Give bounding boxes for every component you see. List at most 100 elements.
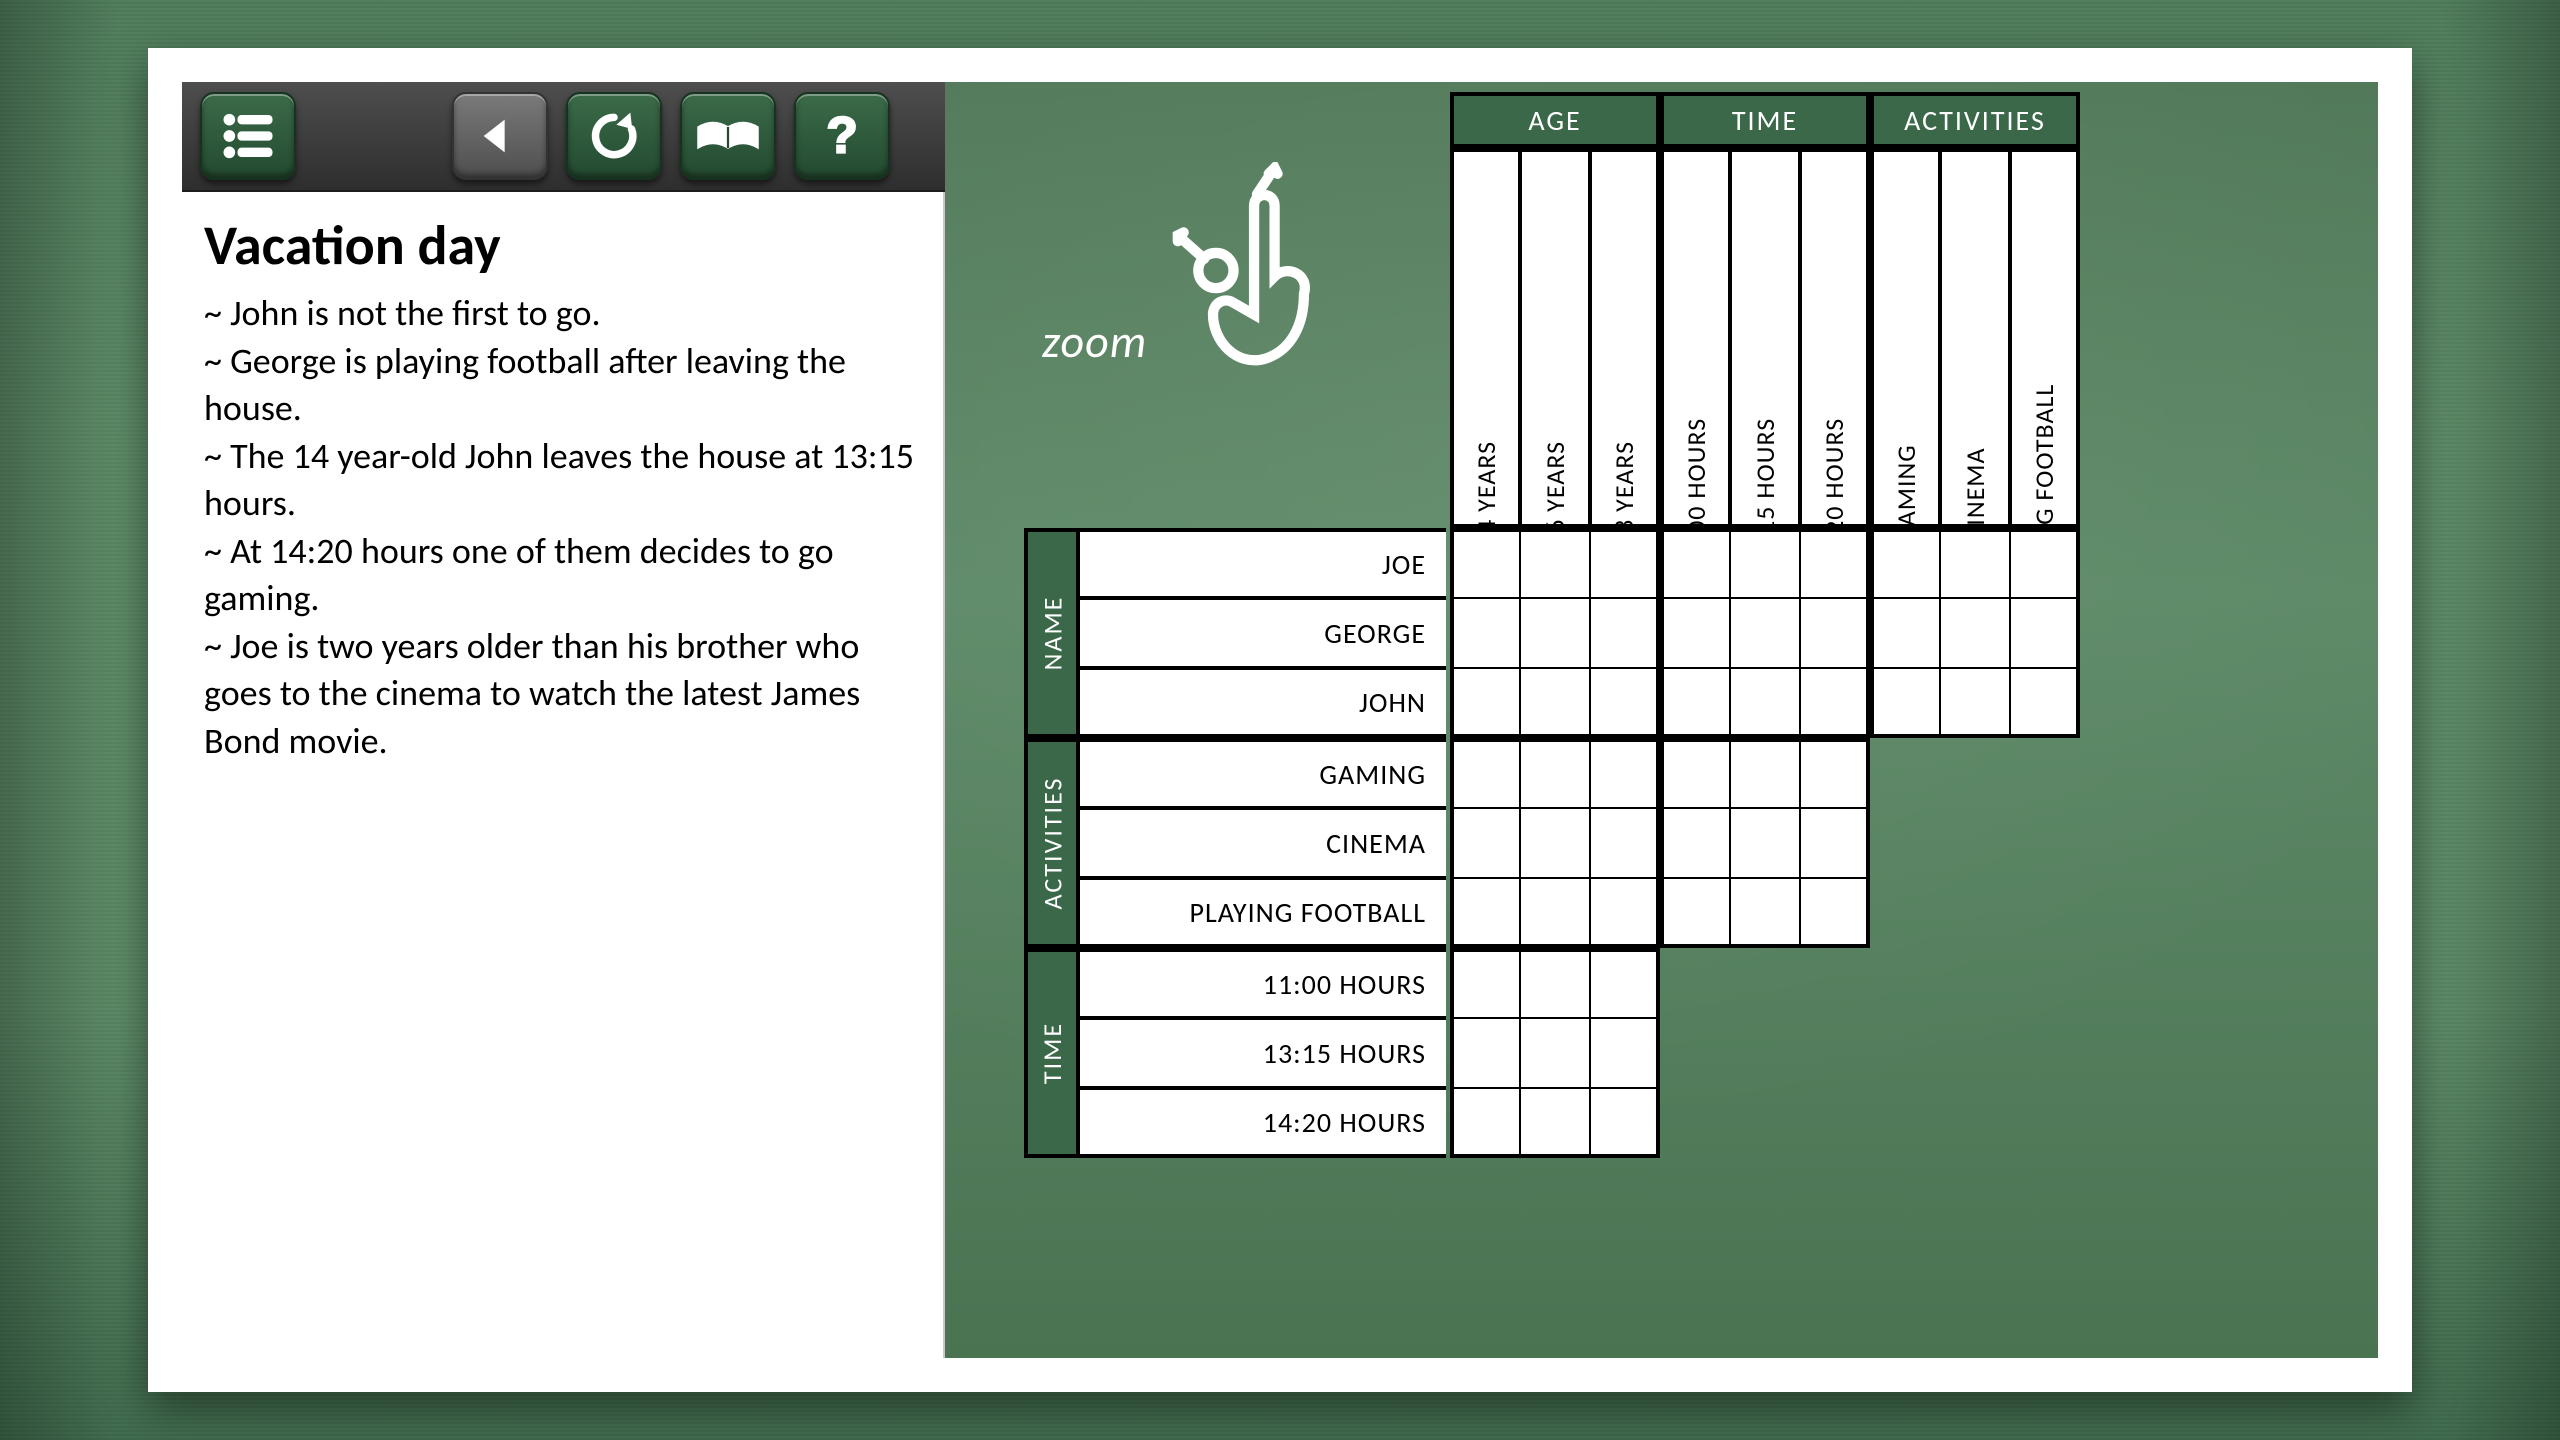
grid-cell[interactable] bbox=[1800, 598, 1870, 668]
row-header: GEORGE bbox=[1076, 598, 1446, 668]
grid-cell[interactable] bbox=[1800, 878, 1870, 948]
list-icon bbox=[220, 108, 276, 164]
grid-cell[interactable] bbox=[1660, 598, 1730, 668]
grid-cell[interactable] bbox=[1520, 668, 1590, 738]
grid-cell[interactable] bbox=[1800, 668, 1870, 738]
col-header: 14:20 HOURS bbox=[1800, 148, 1870, 528]
clue-line: ~ John is not the first to go. bbox=[204, 290, 921, 338]
zoom-label: zoom bbox=[1042, 314, 1147, 370]
grid-cell[interactable] bbox=[1730, 878, 1800, 948]
col-header: PLAYING FOOTBALL bbox=[2010, 148, 2080, 528]
row-category-activities: ACTIVITIES bbox=[1024, 738, 1080, 948]
grid-cell[interactable] bbox=[2010, 668, 2080, 738]
grid-cell[interactable] bbox=[1450, 948, 1520, 1018]
col-header: 13:15 HOURS bbox=[1730, 148, 1800, 528]
grid-cell[interactable] bbox=[1590, 808, 1660, 878]
col-category-activities: ACTIVITIES bbox=[1870, 92, 2080, 148]
grid-cell[interactable] bbox=[1590, 878, 1660, 948]
undo-button[interactable] bbox=[452, 92, 548, 180]
row-header: JOE bbox=[1076, 528, 1446, 598]
grid-cell[interactable] bbox=[1660, 528, 1730, 598]
grid-cell[interactable] bbox=[1520, 528, 1590, 598]
grid-cell[interactable] bbox=[1520, 948, 1590, 1018]
grid-cell[interactable] bbox=[1520, 878, 1590, 948]
grid-cell[interactable] bbox=[1450, 598, 1520, 668]
grid-cell[interactable] bbox=[1730, 668, 1800, 738]
clue-line: ~ At 14:20 hours one of them decides to … bbox=[204, 528, 921, 623]
game-board: ? Vacation day ~ John is not the first t… bbox=[182, 82, 2378, 1358]
grid-cell[interactable] bbox=[1730, 598, 1800, 668]
question-icon: ? bbox=[814, 108, 870, 164]
grid-cell[interactable] bbox=[1940, 598, 2010, 668]
row-header: 13:15 HOURS bbox=[1076, 1018, 1446, 1088]
undo-arrow-icon bbox=[472, 108, 528, 164]
grid-cell[interactable] bbox=[1450, 1088, 1520, 1158]
grid-cell[interactable] bbox=[1660, 808, 1730, 878]
col-header: 11:00 HOURS bbox=[1660, 148, 1730, 528]
grid-cell[interactable] bbox=[1590, 1088, 1660, 1158]
grid-cell[interactable] bbox=[1450, 528, 1520, 598]
reset-button[interactable] bbox=[566, 92, 662, 180]
grid-cell[interactable] bbox=[1450, 808, 1520, 878]
grid-cell[interactable] bbox=[1590, 668, 1660, 738]
col-header: 14 YEARS bbox=[1450, 148, 1520, 528]
grid-cell[interactable] bbox=[1520, 1018, 1590, 1088]
grid-cell[interactable] bbox=[1660, 878, 1730, 948]
grid-cell[interactable] bbox=[1660, 668, 1730, 738]
grid-cell[interactable] bbox=[1870, 528, 1940, 598]
game-frame: ? Vacation day ~ John is not the first t… bbox=[148, 48, 2412, 1392]
grid-cell[interactable] bbox=[1730, 808, 1800, 878]
row-header: GAMING bbox=[1076, 738, 1446, 808]
grid-cell[interactable] bbox=[1800, 738, 1870, 808]
grid-cell[interactable] bbox=[1730, 528, 1800, 598]
menu-button[interactable] bbox=[200, 92, 296, 180]
grid-cell[interactable] bbox=[1590, 1018, 1660, 1088]
row-header: 11:00 HOURS bbox=[1076, 948, 1446, 1018]
row-header: CINEMA bbox=[1076, 808, 1446, 878]
col-header: 18 YEARS bbox=[1590, 148, 1660, 528]
grid-cell[interactable] bbox=[1520, 808, 1590, 878]
grid-cell[interactable] bbox=[1450, 668, 1520, 738]
col-category-age: AGE bbox=[1450, 92, 1660, 148]
row-header: JOHN bbox=[1076, 668, 1446, 738]
grid-cell[interactable] bbox=[1660, 738, 1730, 808]
grid-cell[interactable] bbox=[1590, 948, 1660, 1018]
grid-cell[interactable] bbox=[1520, 598, 1590, 668]
col-header: 16 YEARS bbox=[1520, 148, 1590, 528]
help-button[interactable]: ? bbox=[794, 92, 890, 180]
left-vignette bbox=[0, 0, 118, 1440]
row-category-name: NAME bbox=[1024, 528, 1080, 738]
redo-circle-icon bbox=[586, 108, 642, 164]
grid-cell[interactable] bbox=[1520, 1088, 1590, 1158]
col-header: CINEMA bbox=[1940, 148, 2010, 528]
clue-panel: Vacation day ~ John is not the first to … bbox=[182, 192, 945, 1358]
book-icon bbox=[692, 114, 764, 158]
grid-cell[interactable] bbox=[1450, 1018, 1520, 1088]
grid-cell[interactable] bbox=[1590, 738, 1660, 808]
clue-line: ~ George is playing football after leavi… bbox=[204, 338, 921, 433]
grid-cell[interactable] bbox=[1940, 668, 2010, 738]
grid-cell[interactable] bbox=[1800, 528, 1870, 598]
grid-cell[interactable] bbox=[2010, 598, 2080, 668]
grid-cell[interactable] bbox=[2010, 528, 2080, 598]
clue-line: ~ The 14 year-old John leaves the house … bbox=[204, 433, 921, 528]
row-header: 14:20 HOURS bbox=[1076, 1088, 1446, 1158]
grid-cell[interactable] bbox=[1450, 738, 1520, 808]
col-header: GAMING bbox=[1870, 148, 1940, 528]
hint-book-button[interactable] bbox=[680, 92, 776, 180]
row-category-time: TIME bbox=[1024, 948, 1080, 1158]
toolbar: ? bbox=[182, 82, 945, 192]
zoom-hint: zoom bbox=[1042, 232, 1347, 452]
grid-cell[interactable] bbox=[1590, 598, 1660, 668]
grid-cell[interactable] bbox=[1450, 878, 1520, 948]
right-vignette bbox=[2442, 0, 2560, 1440]
grid-cell[interactable] bbox=[1870, 668, 1940, 738]
grid-cell[interactable] bbox=[1870, 598, 1940, 668]
grid-cell[interactable] bbox=[1590, 528, 1660, 598]
grid-cell[interactable] bbox=[1730, 738, 1800, 808]
grid-cell[interactable] bbox=[1940, 528, 2010, 598]
grid-cell[interactable] bbox=[1520, 738, 1590, 808]
grid-cell[interactable] bbox=[1800, 808, 1870, 878]
svg-text:?: ? bbox=[826, 108, 857, 163]
row-header: PLAYING FOOTBALL bbox=[1076, 878, 1446, 948]
